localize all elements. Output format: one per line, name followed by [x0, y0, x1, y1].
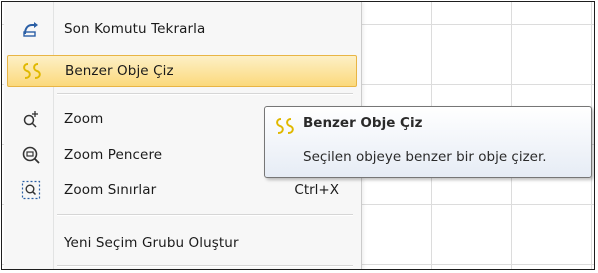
- menu-item-label: Son Komutu Tekrarla: [64, 21, 206, 37]
- tooltip-title: Benzer Obje Çiz: [303, 115, 423, 131]
- menu-item-shortcut: Ctrl+X: [294, 182, 339, 198]
- menu-item-label: Zoom: [64, 111, 104, 127]
- menu-item-new-selection-group[interactable]: Yeni Seçim Grubu Oluştur: [7, 227, 357, 259]
- menu-item-zoom-extents[interactable]: Zoom Sınırlar Ctrl+X: [7, 174, 357, 206]
- tooltip-description: Seçilen objeye benzer bir obje çizer.: [303, 149, 547, 165]
- zoom-extents-icon: [7, 174, 55, 206]
- menu-item-empty-icon-slot: [7, 227, 55, 259]
- menu-item-label: Yeni Seçim Grubu Oluştur: [64, 235, 239, 251]
- similar-object-icon: [273, 116, 297, 140]
- tooltip: Benzer Obje Çiz Seçilen objeye benzer bi…: [264, 106, 592, 178]
- menu-item-label: Zoom Pencere: [64, 147, 163, 163]
- menu-item-repeat-last-command[interactable]: Son Komutu Tekrarla: [7, 13, 357, 45]
- repeat-arrow-icon: [7, 13, 55, 45]
- canvas-area[interactable]: Son Komutu Tekrarla Benzer Obje Çiz Zoom…: [1, 1, 595, 270]
- menu-item-draw-similar-object[interactable]: Benzer Obje Çiz: [7, 55, 357, 87]
- similar-object-icon: [8, 55, 56, 87]
- zoom-icon: [7, 103, 55, 135]
- menu-item-label: Zoom Sınırlar: [64, 182, 157, 198]
- zoom-window-icon: [7, 139, 55, 171]
- menu-separator: [57, 214, 353, 216]
- menu-item-label: Benzer Obje Çiz: [65, 63, 174, 79]
- menu-separator: [57, 93, 353, 95]
- menu-separator: [57, 265, 353, 267]
